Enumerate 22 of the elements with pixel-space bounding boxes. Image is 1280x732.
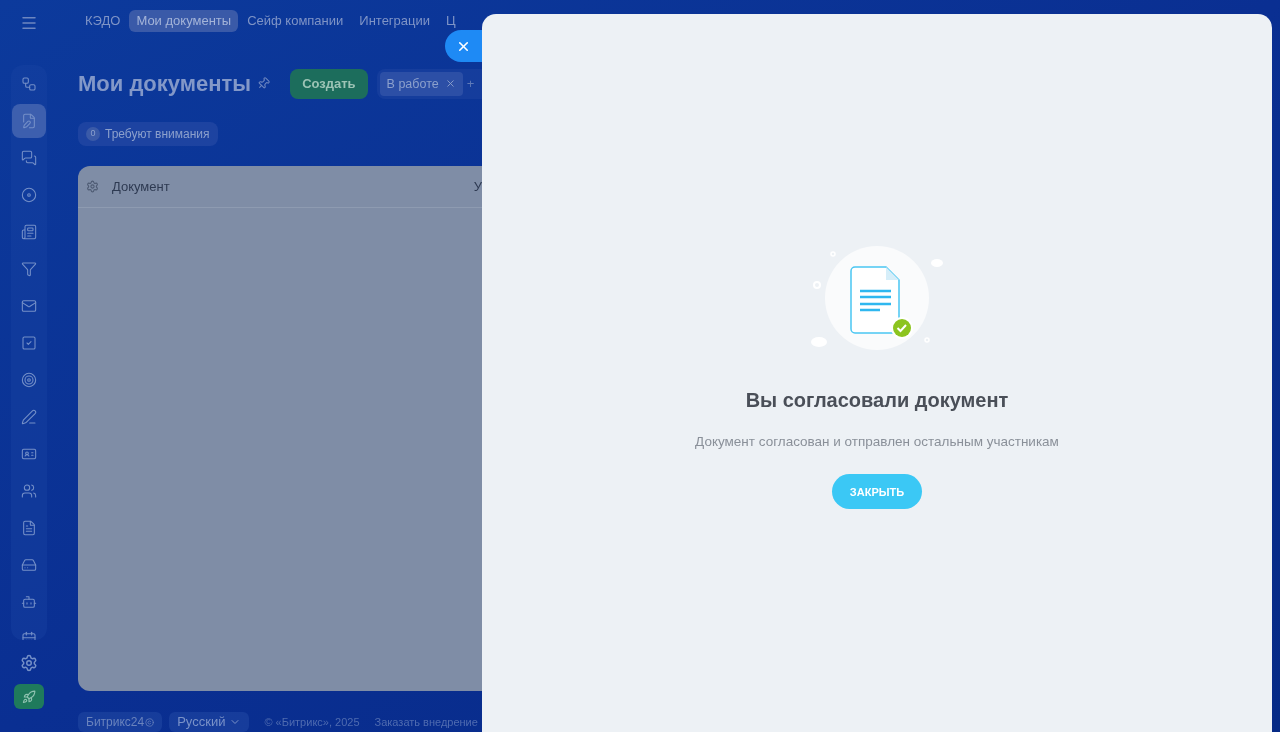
column-header: Документ <box>112 178 170 196</box>
search-field[interactable]: В работе + <box>376 69 482 99</box>
nav-tab[interactable]: Мои документы <box>129 9 239 32</box>
page-title: Мои документы <box>78 70 252 99</box>
attention-label: Требуют внимания <box>105 126 210 144</box>
filter-chip[interactable]: В работе <box>379 72 463 96</box>
attention-chip[interactable]: 0 Требуют внимания <box>78 122 218 147</box>
nav-tab[interactable]: Сейф компании <box>240 9 351 32</box>
column-header: У <box>473 178 482 196</box>
nav-tab[interactable]: Интеграции <box>352 9 438 32</box>
language-select[interactable]: Русский <box>169 712 250 732</box>
dialog-title: Вы согласовали документ <box>745 388 1009 413</box>
nav-tab[interactable]: КЭДО <box>78 9 128 32</box>
count-badge: 0 <box>86 127 100 142</box>
brand-chip[interactable]: Битрикс24 <box>78 712 163 732</box>
add-filter[interactable]: + <box>466 74 475 94</box>
dialog-message: Документ согласован и отправлен остальным участникам <box>695 433 1059 451</box>
nav-tab[interactable]: Ц <box>439 9 463 32</box>
close-dialog-button[interactable]: ЗАКРЫТЬ <box>831 474 923 510</box>
order-link[interactable]: Заказать внедрение <box>374 713 478 731</box>
copyright-text: © «Битрикс», 2025 <box>264 714 360 730</box>
create-button[interactable]: Создать <box>290 69 368 99</box>
